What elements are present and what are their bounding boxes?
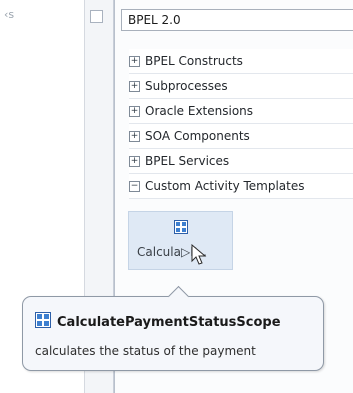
designer-window: ‹s BPEL 2.0 + BPEL Constructs + Subproce… [0, 0, 353, 393]
category-custom-activity-templates[interactable]: − Custom Activity Templates [129, 174, 353, 199]
scope-icon [174, 219, 188, 238]
scope-icon [35, 312, 51, 332]
expand-icon[interactable]: + [129, 105, 140, 117]
category-list: + BPEL Constructs + Subprocesses + Oracl… [115, 49, 353, 199]
expand-icon[interactable]: + [129, 55, 140, 67]
category-subprocesses[interactable]: + Subprocesses [129, 74, 353, 99]
palette-type-select[interactable]: BPEL 2.0 [121, 9, 353, 31]
splitter-grip[interactable] [90, 10, 103, 23]
category-label: Oracle Extensions [145, 104, 254, 118]
tooltip: CalculatePaymentStatusScope calculates t… [22, 285, 324, 371]
tooltip-title: CalculatePaymentStatusScope [57, 314, 281, 330]
category-label: SOA Components [145, 129, 250, 143]
left-pane-fragment: ‹s [4, 8, 15, 21]
category-bpel-constructs[interactable]: + BPEL Constructs [129, 49, 353, 74]
expand-icon[interactable]: + [129, 80, 140, 92]
cursor-icon [191, 243, 207, 270]
expand-icon[interactable]: + [129, 155, 140, 167]
tooltip-description: calculates the status of the payment [35, 344, 256, 358]
category-label: Custom Activity Templates [145, 179, 305, 193]
expand-icon[interactable]: + [129, 130, 140, 142]
category-label: BPEL Constructs [145, 54, 243, 68]
category-soa-components[interactable]: + SOA Components [129, 124, 353, 149]
category-oracle-extensions[interactable]: + Oracle Extensions [129, 99, 353, 124]
category-label: BPEL Services [145, 154, 230, 168]
category-label: Subprocesses [145, 79, 228, 93]
tooltip-header: CalculatePaymentStatusScope [35, 312, 281, 332]
category-bpel-services[interactable]: + BPEL Services [129, 149, 353, 174]
collapse-icon[interactable]: − [129, 180, 140, 192]
palette-item-calculate-payment[interactable]: Calcula▷P... [128, 211, 233, 270]
